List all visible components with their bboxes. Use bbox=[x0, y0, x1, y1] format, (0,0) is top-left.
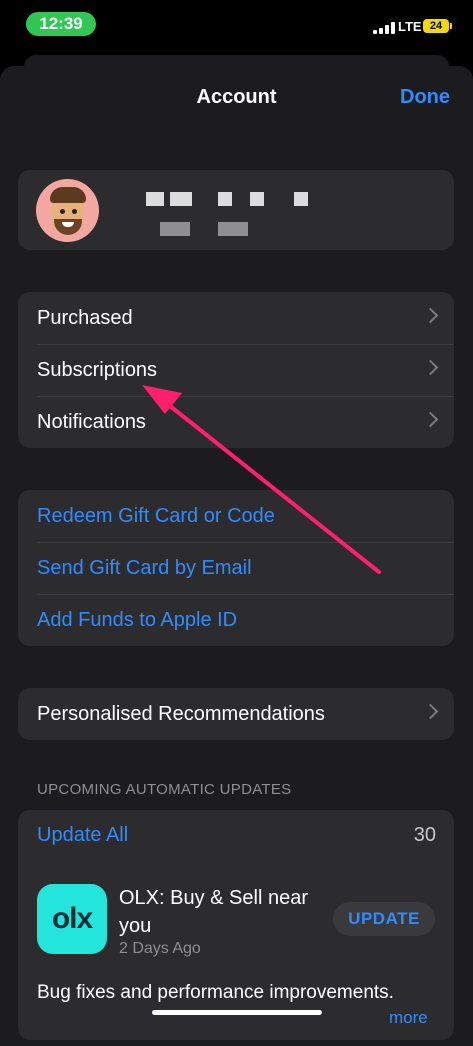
notifications-label: Notifications bbox=[37, 411, 146, 433]
account-menu: Purchased Subscriptions Notifications bbox=[18, 292, 454, 448]
chevron-right-icon bbox=[422, 359, 439, 376]
redeem-gift-card-link[interactable]: Redeem Gift Card or Code bbox=[18, 490, 454, 542]
update-count: 30 bbox=[413, 824, 436, 846]
notifications-row[interactable]: Notifications bbox=[18, 396, 454, 448]
purchased-row[interactable]: Purchased bbox=[18, 292, 454, 344]
olx-app-icon[interactable]: olx bbox=[37, 884, 107, 954]
chevron-right-icon bbox=[422, 411, 439, 428]
more-link[interactable]: more bbox=[389, 1008, 428, 1028]
status-time: 12:39 bbox=[26, 12, 96, 36]
chevron-right-icon bbox=[422, 703, 439, 720]
update-button[interactable]: UPDATE bbox=[333, 902, 435, 936]
battery-icon: 24 bbox=[423, 19, 452, 33]
home-indicator[interactable] bbox=[152, 1010, 322, 1015]
signal-icon bbox=[373, 22, 395, 34]
send-gift-card-link[interactable]: Send Gift Card by Email bbox=[18, 542, 454, 594]
avatar bbox=[36, 179, 99, 242]
update-all-button[interactable]: Update All bbox=[37, 824, 128, 847]
status-bar: 12:39 LTE 24 bbox=[0, 0, 473, 50]
subscriptions-label: Subscriptions bbox=[37, 359, 158, 381]
done-button[interactable]: Done bbox=[400, 86, 450, 109]
recommendations-row[interactable]: Personalised Recommendations bbox=[18, 688, 454, 740]
gift-card-links: Redeem Gift Card or Code Send Gift Card … bbox=[18, 490, 454, 646]
recommendations-label: Personalised Recommendations bbox=[37, 703, 325, 725]
app-update-age: 2 Days Ago bbox=[119, 940, 201, 957]
purchased-label: Purchased bbox=[37, 307, 133, 329]
release-notes: Bug fixes and performance improvements. bbox=[37, 982, 394, 1003]
subscriptions-row[interactable]: Subscriptions bbox=[18, 344, 454, 396]
chevron-right-icon bbox=[422, 307, 439, 324]
network-type: LTE bbox=[398, 19, 422, 34]
app-name[interactable]: OLX: Buy & Sell near you bbox=[119, 884, 319, 940]
updates-card: Update All 30 olx OLX: Buy & Sell near y… bbox=[18, 810, 454, 1040]
profile-card[interactable] bbox=[18, 170, 454, 250]
add-funds-link[interactable]: Add Funds to Apple ID bbox=[18, 594, 454, 646]
recommendations-card: Personalised Recommendations bbox=[18, 688, 454, 740]
updates-section-header: UPCOMING AUTOMATIC UPDATES bbox=[37, 781, 292, 798]
